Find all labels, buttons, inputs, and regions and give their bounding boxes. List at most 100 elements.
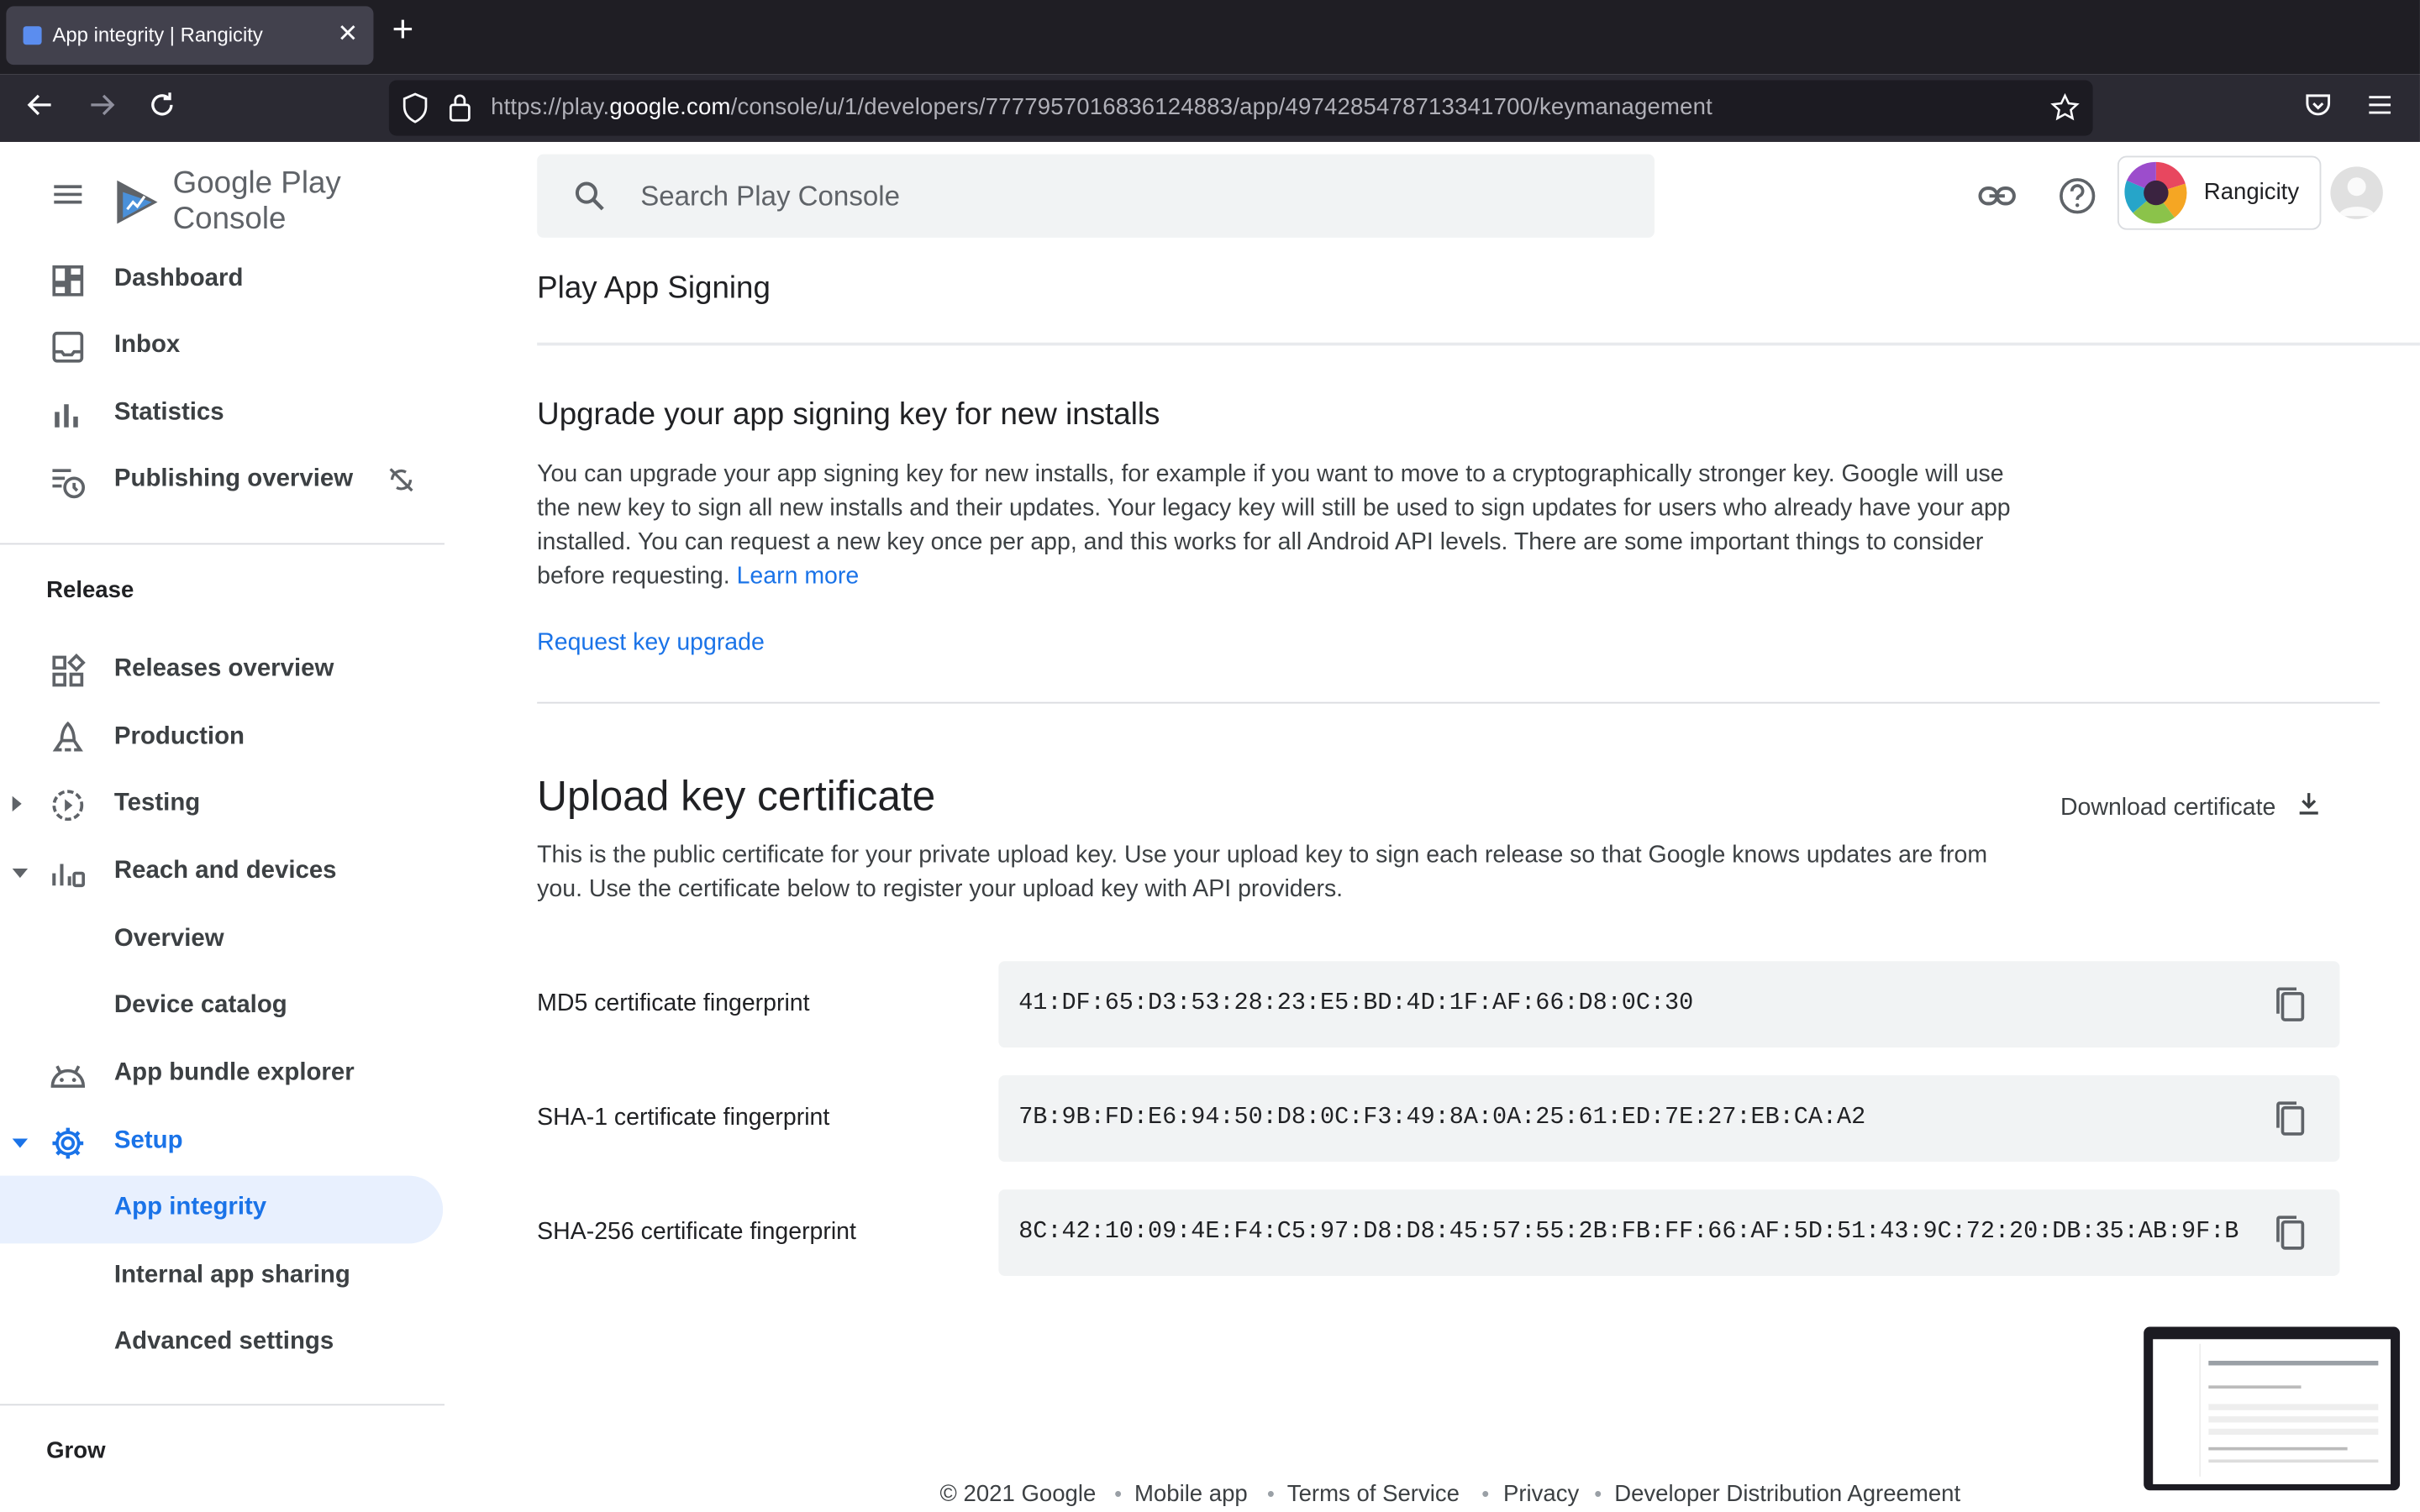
sidebar-item-label: Statistics: [113, 399, 224, 426]
copy-icon[interactable]: [2272, 1214, 2309, 1251]
back-icon[interactable]: [24, 90, 55, 129]
expand-arrow-icon[interactable]: [12, 795, 22, 812]
release-heading: Release: [46, 576, 134, 604]
md5-value[interactable]: 41:DF:65:D3:53:28:23:E5:BD:4D:1F:AF:66:D…: [1018, 989, 1693, 1016]
close-tab-icon[interactable]: ✕: [337, 18, 358, 50]
app-avatar: [2123, 160, 2188, 233]
sidebar-item-label: Publishing overview: [113, 465, 354, 492]
footer-separator: •: [1481, 1481, 1490, 1506]
sha1-value[interactable]: 7B:9B:FD:E6:94:50:D8:0C:F3:49:8A:0A:25:6…: [1018, 1103, 1865, 1131]
schedule-icon: [50, 463, 87, 500]
upgrade-description: You can upgrade your app signing key for…: [537, 461, 2011, 590]
md5-label: MD5 certificate fingerprint: [537, 990, 810, 1017]
devices-chart-icon: [50, 855, 87, 892]
url-text: https://play.google.com/console/u/1/deve…: [491, 94, 1713, 121]
screenshot-thumbnail[interactable]: [2144, 1326, 2401, 1491]
sidebar-item-releases-overview[interactable]: Releases overview: [0, 638, 445, 706]
play-circle-icon: [50, 787, 87, 824]
sidebar-item-label: Advanced settings: [113, 1328, 334, 1355]
footer-link-dda[interactable]: Developer Distribution Agreement: [1614, 1481, 1960, 1507]
footer-link-privacy[interactable]: Privacy: [1503, 1481, 1579, 1507]
thumbnail-preview-image: [2153, 1339, 2391, 1484]
search-bar[interactable]: Search Play Console: [537, 154, 1655, 238]
rocket-icon: [50, 721, 87, 758]
sidebar-item-label: App integrity: [113, 1194, 267, 1221]
title-divider: [537, 342, 2420, 346]
inbox-icon: [50, 328, 87, 365]
footer-separator: •: [1594, 1481, 1602, 1506]
upgrade-heading: Upgrade your app signing key for new ins…: [537, 397, 1160, 433]
footer-link-mobile-app[interactable]: Mobile app: [1134, 1481, 1248, 1507]
bookmark-star-icon[interactable]: [2049, 92, 2081, 131]
browser-tab-strip: App integrity | Rangicity ✕ +: [0, 0, 2420, 75]
hamburger-menu-icon[interactable]: [50, 176, 87, 220]
download-certificate-label: Download certificate: [2060, 793, 2276, 821]
footer-separator: •: [1266, 1481, 1275, 1506]
section-divider: [537, 701, 2381, 704]
sidebar-item-internal-app-sharing[interactable]: Internal app sharing: [0, 1243, 445, 1311]
help-icon[interactable]: [2057, 176, 2097, 223]
sidebar-divider: [0, 1404, 445, 1406]
pocket-icon[interactable]: [2302, 90, 2333, 129]
forward-icon[interactable]: [87, 90, 118, 129]
learn-more-link[interactable]: Learn more: [737, 563, 860, 589]
sync-off-icon[interactable]: [386, 465, 417, 503]
copy-icon[interactable]: [2272, 986, 2309, 1023]
sidebar-item-app-bundle-explorer[interactable]: App bundle explorer: [0, 1042, 445, 1110]
collapse-arrow-icon[interactable]: [12, 1138, 29, 1148]
sidebar-item-dashboard[interactable]: Dashboard: [0, 247, 445, 315]
sidebar-item-device-catalog[interactable]: Device catalog: [0, 974, 445, 1042]
footer-copyright: © 2021 Google: [939, 1481, 1097, 1508]
footer-separator: •: [1114, 1481, 1123, 1506]
play-console-logo[interactable]: Google Play Console: [114, 166, 445, 237]
search-input[interactable]: Search Play Console: [640, 181, 900, 213]
lock-icon[interactable]: [448, 92, 472, 131]
sidebar-item-inbox[interactable]: Inbox: [0, 313, 445, 381]
shield-icon[interactable]: [402, 92, 429, 131]
sidebar-item-label: Internal app sharing: [113, 1262, 350, 1289]
favicon-icon: [23, 26, 42, 45]
sidebar-item-label: Reach and devices: [113, 858, 337, 885]
address-bar[interactable]: https://play.google.com/console/u/1/deve…: [388, 80, 2093, 136]
new-tab-icon[interactable]: +: [392, 9, 414, 52]
sidebar-item-testing[interactable]: Testing: [0, 771, 445, 839]
sidebar-item-label: Setup: [113, 1127, 183, 1154]
sidebar-item-label: App bundle explorer: [113, 1059, 355, 1087]
md5-fingerprint-field[interactable]: 41:DF:65:D3:53:28:23:E5:BD:4D:1F:AF:66:D…: [998, 961, 2340, 1048]
request-key-upgrade-link[interactable]: Request key upgrade: [537, 629, 765, 657]
sha256-label: SHA-256 certificate fingerprint: [537, 1218, 856, 1246]
sidebar-item-setup[interactable]: Setup: [0, 1110, 445, 1178]
download-certificate-button[interactable]: Download certificate: [2060, 790, 2322, 825]
account-switcher[interactable]: Rangicity: [2117, 155, 2322, 233]
reload-icon[interactable]: [146, 90, 177, 129]
sidebar-item-advanced-settings[interactable]: Advanced settings: [0, 1310, 445, 1378]
sidebar-item-label: Production: [113, 723, 245, 750]
sha256-fingerprint-field[interactable]: 8C:42:10:09:4E:F4:C5:97:D8:D8:45:57:55:2…: [998, 1189, 2340, 1276]
android-icon: [50, 1057, 87, 1094]
sidebar-item-label: Releases overview: [113, 655, 334, 682]
browser-nav-bar: https://play.google.com/console/u/1/deve…: [0, 74, 2420, 142]
sidebar-item-label: Inbox: [113, 331, 181, 359]
upload-key-description: This is the public certificate for your …: [537, 842, 1988, 903]
dashboard-icon: [50, 262, 87, 299]
tab-title: App integrity | Rangicity: [52, 23, 263, 47]
footer-link-terms[interactable]: Terms of Service: [1287, 1481, 1460, 1507]
sidebar-item-reach-and-devices[interactable]: Reach and devices: [0, 839, 445, 907]
browser-tab[interactable]: App integrity | Rangicity ✕: [6, 6, 374, 66]
sidebar-item-production[interactable]: Production: [0, 705, 445, 773]
collapse-arrow-icon[interactable]: [12, 869, 29, 879]
avatar[interactable]: [2330, 166, 2383, 219]
play-console-logo-icon: [117, 180, 158, 224]
sidebar-item-label: Testing: [113, 790, 201, 816]
sha1-fingerprint-field[interactable]: 7B:9B:FD:E6:94:50:D8:0C:F3:49:8A:0A:25:6…: [998, 1075, 2340, 1163]
sidebar-item-app-integrity[interactable]: App integrity: [0, 1175, 444, 1244]
sha256-value[interactable]: 8C:42:10:09:4E:F4:C5:97:D8:D8:45:57:55:2…: [1018, 1217, 2253, 1245]
sidebar-item-publishing-overview[interactable]: Publishing overview: [0, 448, 445, 516]
sidebar-item-label: Overview: [113, 926, 224, 953]
sidebar-item-statistics[interactable]: Statistics: [0, 381, 445, 449]
sha1-label: SHA-1 certificate fingerprint: [537, 1105, 830, 1131]
copy-icon[interactable]: [2272, 1100, 2309, 1137]
sidebar-item-overview[interactable]: Overview: [0, 907, 445, 975]
app-menu-icon[interactable]: [2365, 90, 2396, 129]
link-icon[interactable]: [1977, 176, 2018, 223]
